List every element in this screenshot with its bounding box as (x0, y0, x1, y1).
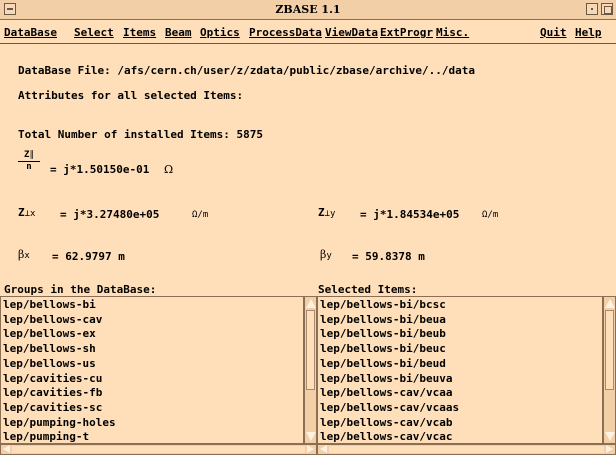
list-item[interactable]: lep/bellows-cav/vcab (320, 416, 459, 431)
scroll-left-arrow-icon[interactable] (320, 445, 327, 453)
list-item[interactable]: lep/bellows-bi/beud (320, 357, 459, 372)
beta-y-value: = 59.8378 m (352, 250, 425, 263)
list-item[interactable]: lep/bellows-bi/bcsc (320, 298, 459, 313)
transverse-impedance-y-unit: Ω/m (482, 210, 499, 220)
scroll-left-arrow-icon[interactable] (3, 445, 10, 453)
beta-x-value: = 62.9797 m (52, 250, 125, 263)
list-item[interactable]: lep/bellows-bi (3, 298, 116, 313)
transverse-impedance-x-value: = j*3.27480e+05 (60, 208, 160, 221)
scroll-up-arrow-icon[interactable] (306, 299, 316, 308)
groups-horizontal-scrollbar[interactable] (0, 444, 317, 455)
list-item[interactable]: lep/bellows-bi/beub (320, 327, 459, 342)
list-item[interactable]: lep/pumping-t (3, 430, 116, 443)
menu-misc[interactable]: Misc. (436, 26, 469, 39)
scroll-down-arrow-icon[interactable] (306, 432, 316, 441)
longitudinal-impedance-fraction: Z∥ n (18, 150, 40, 172)
menu-items[interactable]: Items (123, 26, 156, 39)
beta-x-symbol: βx (18, 248, 30, 261)
groups-label: Groups in the DataBase: (4, 283, 157, 296)
menu-extprogr[interactable]: ExtProgr (380, 26, 433, 39)
scrollbar-thumb[interactable] (329, 446, 604, 453)
menu-help[interactable]: Help (575, 26, 602, 39)
menu-database[interactable]: DataBase (4, 26, 57, 39)
longitudinal-impedance-unit: Ω (164, 163, 174, 176)
transverse-impedance-x-unit: Ω/m (192, 210, 209, 220)
list-item[interactable]: lep/pumping-holes (3, 416, 116, 431)
list-item[interactable]: lep/bellows-bi/beua (320, 313, 459, 328)
scroll-right-arrow-icon[interactable] (307, 445, 314, 453)
selected-items-listbox[interactable]: lep/bellows-bi/bcsc lep/bellows-bi/beua le… (317, 296, 603, 444)
menu-viewdata[interactable]: ViewData (325, 26, 378, 39)
database-file-path: DataBase File: /afs/cern.ch/user/z/zdata… (18, 64, 475, 77)
selected-items-list: lep/bellows-bi/bcsc lep/bellows-bi/beua le… (320, 298, 459, 443)
groups-listbox[interactable]: lep/bellows-bi lep/bellows-cav lep/bellows… (0, 296, 304, 444)
scroll-down-arrow-icon[interactable] (605, 432, 615, 441)
selected-vertical-scrollbar[interactable] (603, 296, 616, 444)
scrollbar-thumb[interactable] (306, 310, 315, 390)
menu-bar: DataBase Select Items Beam Optics Proces… (0, 20, 616, 44)
menu-quit[interactable]: Quit (540, 26, 567, 39)
scrollbar-thumb[interactable] (605, 310, 614, 390)
list-item[interactable]: lep/bellows-bi/beuva (320, 372, 459, 387)
menu-processdata[interactable]: ProcessData (249, 26, 322, 39)
list-item[interactable]: lep/bellows-cav/vcaas (320, 401, 459, 416)
attributes-heading: Attributes for all selected Items: (18, 89, 244, 102)
list-item[interactable]: lep/bellows-cav (3, 313, 116, 328)
groups-list: lep/bellows-bi lep/bellows-cav lep/bellows… (3, 298, 116, 443)
beta-y-symbol: βy (320, 248, 332, 261)
scrollbar-thumb[interactable] (12, 446, 305, 453)
longitudinal-impedance-value: = j*1.50150e-01 (50, 163, 150, 176)
maximize-button[interactable] (601, 3, 613, 15)
menu-beam[interactable]: Beam (165, 26, 192, 39)
selected-horizontal-scrollbar[interactable] (317, 444, 616, 455)
transverse-impedance-x-symbol: Z⊥x (18, 206, 36, 219)
list-item[interactable]: lep/cavities-sc (3, 401, 116, 416)
list-item[interactable]: lep/bellows-sh (3, 342, 116, 357)
transverse-impedance-y-symbol: Z⊥y (318, 206, 336, 219)
groups-vertical-scrollbar[interactable] (304, 296, 317, 444)
scroll-up-arrow-icon[interactable] (605, 299, 615, 308)
title-bar[interactable]: ZBASE 1.1 (0, 0, 616, 20)
selected-items-label: Selected Items: (318, 283, 418, 296)
minimize-button[interactable] (586, 3, 598, 15)
list-item[interactable]: lep/bellows-bi/beuc (320, 342, 459, 357)
list-item[interactable]: lep/bellows-cav/vcac (320, 430, 459, 443)
list-item[interactable]: lep/bellows-cav/vcaa (320, 386, 459, 401)
transverse-impedance-y-value: = j*1.84534e+05 (360, 208, 460, 221)
list-item[interactable]: lep/cavities-cu (3, 372, 116, 387)
list-item[interactable]: lep/cavities-fb (3, 386, 116, 401)
menu-optics[interactable]: Optics (200, 26, 240, 39)
window-title: ZBASE 1.1 (275, 3, 341, 16)
scroll-right-arrow-icon[interactable] (606, 445, 613, 453)
list-item[interactable]: lep/bellows-ex (3, 327, 116, 342)
menu-select[interactable]: Select (74, 26, 114, 39)
total-items-count: Total Number of installed Items: 5875 (18, 128, 264, 141)
list-item[interactable]: lep/bellows-us (3, 357, 116, 372)
